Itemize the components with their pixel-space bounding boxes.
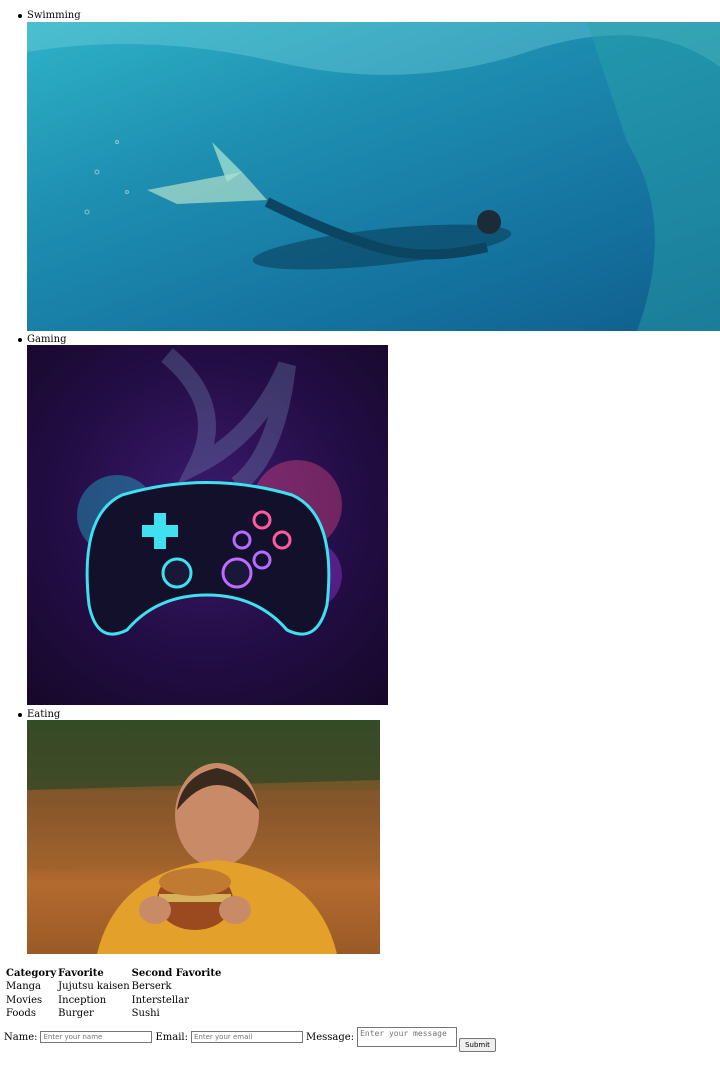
contact-form: Name: Email: Message: Submit — [4, 1022, 496, 1052]
name-label: Name: — [4, 1031, 38, 1043]
header-category: Category — [6, 968, 57, 979]
table-cell: Foods — [6, 1008, 36, 1020]
eating-photo — [27, 720, 380, 954]
table-cell: Sushi — [131, 1008, 160, 1020]
header-favorite: Favorite — [58, 968, 104, 979]
table-cell: Movies — [6, 994, 43, 1006]
table-row: Movies Inception Interstellar — [6, 995, 221, 1006]
message-label: Message: — [306, 1031, 355, 1043]
favorites-table: Category Favorite Second Favorite Manga … — [4, 966, 223, 1022]
submit-button[interactable]: Submit — [459, 1038, 496, 1052]
message-textarea[interactable] — [357, 1027, 458, 1047]
table-cell: Inception — [58, 994, 107, 1006]
table-row: Manga Jujutsu kaisen Berserk — [6, 981, 221, 992]
table-cell: Jujutsu kaisen — [58, 981, 130, 993]
table-cell: Burger — [58, 1008, 94, 1020]
email-label: Email: — [155, 1031, 188, 1043]
gaming-photo — [27, 345, 388, 705]
table-cell: Manga — [6, 981, 42, 993]
table-row: Foods Burger Sushi — [6, 1008, 221, 1019]
swimming-photo — [27, 22, 720, 331]
table-cell: Interstellar — [131, 994, 189, 1006]
hobby-label-swimming: Swimming — [18, 10, 81, 21]
header-second-favorite: Second Favorite — [131, 968, 222, 979]
name-input[interactable] — [40, 1031, 153, 1043]
email-input[interactable] — [191, 1031, 303, 1043]
table-header-row: Category Favorite Second Favorite — [6, 968, 221, 979]
table-cell: Berserk — [131, 981, 172, 993]
